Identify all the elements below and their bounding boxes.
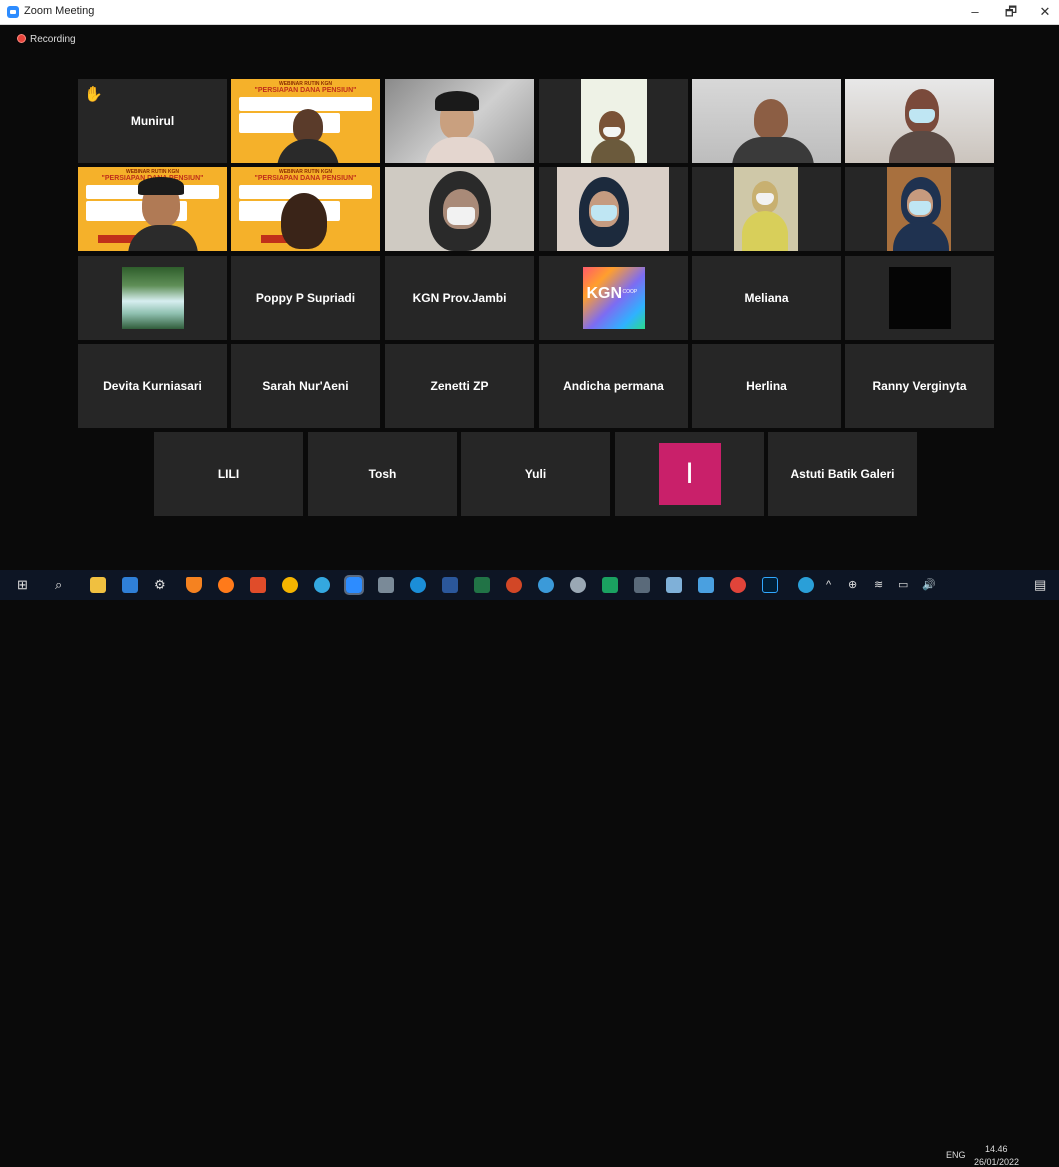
wifi-icon[interactable]: ≋ <box>874 577 883 593</box>
chrome-alt-icon[interactable] <box>730 577 746 593</box>
participant-tile-yuli[interactable]: Yuli <box>461 432 610 516</box>
participant-name: Munirul <box>130 114 175 128</box>
participant-name: Sarah Nur'Aeni <box>262 379 349 393</box>
powerpoint-icon[interactable] <box>506 577 522 593</box>
participant-name: Ranny Verginyta <box>872 379 967 393</box>
participant-video-tile-active[interactable]: WEBINAR RUTIN KGN "PERSIAPAN DANA PENSIU… <box>78 167 227 251</box>
participant-tile-andicha[interactable]: Andicha permana <box>539 344 688 428</box>
avatar-image <box>888 267 951 329</box>
settings-icon[interactable]: ⚙ <box>154 577 166 593</box>
close-button[interactable]: ✕ <box>1030 2 1059 22</box>
participant-tile-kgn-logo[interactable]: KGN COOP <box>539 256 688 340</box>
window-title: Zoom Meeting <box>24 5 95 17</box>
participant-tile-astuti[interactable]: Astuti Batik Galeri <box>768 432 917 516</box>
participant-name: Tosh <box>368 467 397 481</box>
webinar-title: "PERSIAPAN DANA PENSIUN" <box>254 87 357 94</box>
windows-taskbar: ⊞ ⌕ ⚙ ^ ⊕ ≋ ▭ 🔊 ENG 14.46 26/01/2022 ▤ <box>0 570 1059 1167</box>
participant-name: KGN Prov.Jambi <box>412 291 507 305</box>
participant-name: Astuti Batik Galeri <box>790 467 895 481</box>
participant-tile-meliana[interactable]: Meliana <box>692 256 841 340</box>
participant-name: Zenetti ZP <box>430 379 489 393</box>
avatar-image <box>121 267 184 329</box>
title-bar: Zoom Meeting – 🗗 ✕ <box>0 0 1059 25</box>
participant-name: Devita Kurniasari <box>103 379 202 393</box>
participant-video-tile[interactable] <box>385 167 534 251</box>
kgn-logo-avatar: KGN COOP <box>582 267 645 329</box>
app-icon[interactable] <box>698 577 714 593</box>
tray-app-icon[interactable]: ⊕ <box>848 577 857 593</box>
participant-tile-herlina[interactable]: Herlina <box>692 344 841 428</box>
participant-video-tile[interactable] <box>845 167 994 251</box>
participant-video-tile[interactable] <box>539 167 688 251</box>
zoom-app-icon <box>7 6 19 18</box>
participant-tile-devita[interactable]: Devita Kurniasari <box>78 344 227 428</box>
windows-start-icon[interactable]: ⊞ <box>17 577 28 593</box>
initial-avatar: I <box>658 443 721 505</box>
help-icon[interactable] <box>798 577 814 593</box>
kgn-logo-text: KGN <box>586 285 623 302</box>
participant-name: Meliana <box>744 291 789 305</box>
participant-tile-waterfall-avatar[interactable] <box>78 256 227 340</box>
participant-tile-ranny[interactable]: Ranny Verginyta <box>845 344 994 428</box>
participant-name: Yuli <box>524 467 547 481</box>
participant-tile-kgn[interactable]: KGN Prov.Jambi <box>385 256 534 340</box>
clock-date[interactable]: 26/01/2022 <box>974 1157 1019 1167</box>
calculator-icon[interactable] <box>634 577 650 593</box>
participant-video-tile[interactable] <box>692 167 841 251</box>
zoom-taskbar-icon[interactable] <box>344 575 364 595</box>
participant-tile-lili[interactable]: LILI <box>154 432 303 516</box>
participant-name: Poppy P Supriadi <box>255 291 356 305</box>
participant-video-tile[interactable] <box>385 79 534 163</box>
app-icon[interactable] <box>250 577 266 593</box>
language-indicator[interactable]: ENG <box>946 1150 966 1160</box>
volume-icon[interactable]: 🔊 <box>922 577 936 593</box>
participant-tile-black-avatar[interactable] <box>845 256 994 340</box>
participant-tile-munirul[interactable]: ✋ Munirul <box>78 79 227 163</box>
restore-button[interactable]: 🗗 <box>996 2 1026 22</box>
chevron-up-icon[interactable]: ^ <box>826 577 831 593</box>
notifications-icon[interactable]: ▤ <box>1034 577 1046 593</box>
webinar-title: "PERSIAPAN DANA PENSIUN" <box>254 175 357 182</box>
participant-video-tile[interactable]: WEBINAR RUTIN KGN "PERSIAPAN DANA PENSIU… <box>231 167 380 251</box>
app-icon[interactable] <box>666 577 682 593</box>
participant-video-tile[interactable] <box>845 79 994 163</box>
clock-time[interactable]: 14.46 <box>985 1144 1008 1154</box>
kgn-logo-sub: COOP <box>622 289 638 295</box>
mail-icon[interactable] <box>122 577 138 593</box>
recording-indicator[interactable]: Recording <box>17 34 76 45</box>
firefox-icon[interactable] <box>218 577 234 593</box>
participant-name: Herlina <box>746 379 787 393</box>
participant-name: Andicha permana <box>563 379 664 393</box>
browser-icon[interactable] <box>314 577 330 593</box>
participant-tile-sarah[interactable]: Sarah Nur'Aeni <box>231 344 380 428</box>
recording-icon <box>17 34 26 43</box>
participant-name: LILI <box>217 467 240 481</box>
vlc-icon[interactable] <box>186 577 202 593</box>
edge-icon[interactable] <box>410 577 426 593</box>
participant-tile-tosh[interactable]: Tosh <box>308 432 457 516</box>
minimize-button[interactable]: – <box>960 2 990 22</box>
battery-icon[interactable]: ▭ <box>898 577 908 593</box>
photoshop-icon[interactable] <box>762 577 778 593</box>
participant-tile-zenetti[interactable]: Zenetti ZP <box>385 344 534 428</box>
search-icon[interactable]: ⌕ <box>55 577 62 593</box>
participant-tile-poppy[interactable]: Poppy P Supriadi <box>231 256 380 340</box>
chrome-icon[interactable] <box>282 577 298 593</box>
participant-tile-initial[interactable]: I <box>615 432 764 516</box>
app-icon[interactable] <box>602 577 618 593</box>
file-explorer-icon[interactable] <box>90 577 106 593</box>
app-icon[interactable] <box>378 577 394 593</box>
raised-hand-icon: ✋ <box>84 86 103 103</box>
participant-video-tile[interactable]: WEBINAR RUTIN KGN "PERSIAPAN DANA PENSIU… <box>231 79 380 163</box>
app-icon[interactable] <box>570 577 586 593</box>
word-icon[interactable] <box>442 577 458 593</box>
participant-video-tile[interactable] <box>539 79 688 163</box>
excel-icon[interactable] <box>474 577 490 593</box>
app-icon[interactable] <box>538 577 554 593</box>
participant-video-tile[interactable] <box>692 79 841 163</box>
recording-label: Recording <box>30 34 76 45</box>
